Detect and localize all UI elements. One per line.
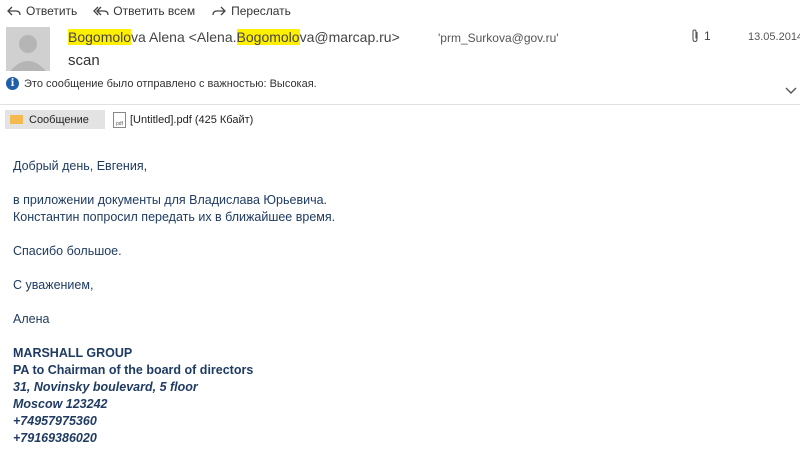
reply-all-label: Ответить всем <box>113 4 196 18</box>
paperclip-icon <box>692 29 698 43</box>
reply-label: Ответить <box>26 4 78 18</box>
attachment-label: [Untitled].pdf (425 Кбайт) <box>130 113 254 126</box>
sender-text-2: va@marcap.ru> <box>299 29 400 45</box>
reply-icon <box>7 6 21 16</box>
envelope-icon <box>10 115 23 124</box>
message-body: Добрый день, Евгения, в приложении докум… <box>13 158 335 447</box>
sender-avatar <box>6 27 50 71</box>
body-regards: С уважением, <box>13 278 94 292</box>
reply-all-icon <box>93 6 109 16</box>
info-icon: i <box>6 77 19 90</box>
signature-title: PA to Chairman of the board of directors <box>13 363 254 377</box>
body-line-2: Константин попросил передать их в ближай… <box>13 210 336 224</box>
body-thanks: Спасибо большое. <box>13 244 122 258</box>
sender-field[interactable]: Bogomolova Alena <Alena.Bogomolova@marca… <box>68 29 400 45</box>
body-line-1: в приложении документы для Владислава Юр… <box>13 193 328 207</box>
reply-button[interactable]: Ответить <box>6 3 77 19</box>
pdf-file-icon: pdf <box>113 111 126 128</box>
person-icon <box>10 35 46 71</box>
signature-company: MARSHALL GROUP <box>13 346 133 360</box>
signature-phone-2: +79169386020 <box>13 431 97 445</box>
sent-date: 13.05.2014 <box>748 31 800 43</box>
forward-button[interactable]: Переслать <box>211 3 291 19</box>
forward-label: Переслать <box>231 4 291 18</box>
attachment-count-value: 1 <box>704 29 711 43</box>
forward-icon <box>212 6 227 16</box>
chevron-down-icon[interactable] <box>783 85 799 97</box>
body-greeting: Добрый день, Евгения, <box>13 159 148 173</box>
sender-highlight-1: Bogomolo <box>68 29 132 45</box>
header-divider <box>0 104 800 105</box>
recipient-field[interactable]: 'prm_Surkova@gov.ru' <box>438 31 559 45</box>
reading-toolbar: Ответить Ответить всем Переслать <box>0 0 301 22</box>
attachment-count[interactable]: 1 <box>690 29 711 43</box>
importance-infobar: i Это сообщение было отправлено с важнос… <box>6 77 317 90</box>
tab-message-label: Сообщение <box>29 113 89 126</box>
signature-address: 31, Novinsky boulevard, 5 floor <box>13 380 198 394</box>
attachment-item[interactable]: pdf [Untitled].pdf (425 Кбайт) <box>113 110 253 129</box>
signature-phone-1: +74957975360 <box>13 414 97 428</box>
tab-message[interactable]: Сообщение <box>5 110 105 129</box>
signature-city: Moscow 123242 <box>13 397 108 411</box>
reply-all-button[interactable]: Ответить всем <box>93 3 195 19</box>
sender-highlight-2: Bogomolo <box>236 29 300 45</box>
subject: scan <box>68 52 100 69</box>
importance-text: Это сообщение было отправлено с важность… <box>24 77 317 90</box>
body-name: Алена <box>13 312 50 326</box>
sender-text-1: va Alena <Alena. <box>131 29 237 45</box>
